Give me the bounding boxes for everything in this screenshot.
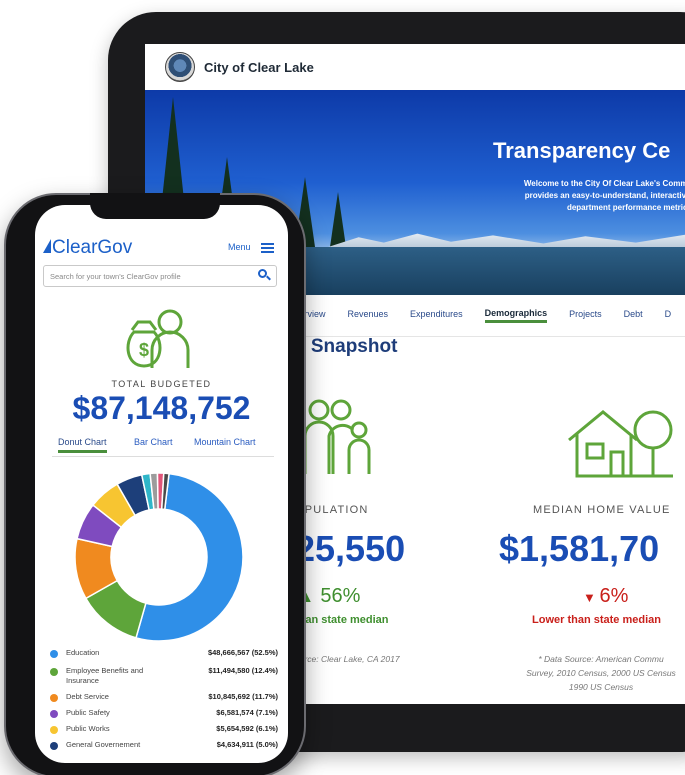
hero-title: Transparency Ce [493, 138, 671, 163]
legend-value: $11,494,580 (12.4%) [208, 666, 278, 675]
tree-graphic [330, 192, 346, 247]
house-icon [568, 410, 673, 478]
legend-value: $10,845,692 (11.7%) [208, 692, 278, 701]
total-budgeted-value: $87,148,752 [72, 390, 251, 426]
legend-label: Public Safety [66, 708, 110, 717]
hero-subtitle-line: provides an easy-to-understand, interact… [524, 191, 685, 200]
population-source: ource: Clear Lake, CA 2017 [295, 652, 425, 666]
cleargov-logo-icon [43, 239, 51, 253]
arrow-down-icon: ▼ [583, 590, 600, 605]
home-value-source: * Data Source: American Commu Survey, 20… [501, 652, 685, 694]
search-input[interactable]: Search for your town's ClearGov profile [43, 265, 277, 287]
city-seal-icon[interactable] [165, 52, 195, 82]
home-value-note: Lower than state median [532, 614, 661, 626]
mountains-graphic [325, 233, 685, 248]
legend-item[interactable]: Education $48,666,567 (52.5%) [50, 648, 278, 666]
legend-value: $4,634,911 (5.0%) [216, 740, 278, 749]
family-icon [303, 399, 371, 474]
hero-subtitle-line: Welcome to the City Of Clear Lake's Comm… [523, 179, 685, 188]
nav-debt[interactable]: Debt [624, 309, 643, 323]
legend-label: Education [66, 648, 100, 657]
budget-donut-chart[interactable] [74, 472, 244, 642]
svg-text:$: $ [139, 340, 149, 360]
home-value-source-line: 1990 US Census [568, 682, 634, 692]
chart-tabs: Donut Chart Bar Chart Mountain Chart [52, 437, 274, 457]
legend-dot [50, 650, 58, 658]
nav-more[interactable]: D [665, 309, 672, 323]
legend-item[interactable]: General Governement $4,634,911 (5.0%) [50, 740, 278, 756]
population-source-line: ource: Clear Lake, CA 2017 [295, 654, 400, 664]
legend-item[interactable]: Public Works $5,654,592 (6.1%) [50, 724, 278, 740]
legend-label: General Governement [66, 740, 141, 749]
home-value-change-value: 6% [599, 585, 629, 607]
nav-revenues[interactable]: Revenues [348, 309, 389, 323]
hero-subtitle-line: department performance metrics, demograp [566, 203, 685, 212]
site-header: City of Clear Lake [145, 44, 685, 90]
legend-dot [50, 694, 58, 702]
section-title: c Snapshot [295, 336, 398, 357]
home-value-change: ▼ 6% [583, 585, 628, 608]
hamburger-menu-icon[interactable] [261, 243, 274, 253]
legend-label: Public Works [66, 724, 110, 733]
money-bag-person-icon: $ [126, 309, 190, 368]
cleargov-logo-text: ClearGov [52, 237, 133, 258]
legend-dot [50, 742, 58, 750]
tab-mountain-chart[interactable]: Mountain Chart [194, 437, 256, 453]
menu-label[interactable]: Menu [228, 242, 251, 252]
legend-dot [50, 710, 58, 718]
home-value-label: MEDIAN HOME VALUE [533, 504, 671, 516]
city-name[interactable]: City of Clear Lake [204, 60, 314, 75]
search-icon[interactable] [258, 269, 267, 278]
total-budgeted-label: TOTAL BUDGETED [111, 379, 212, 389]
tab-donut-chart[interactable]: Donut Chart [58, 437, 107, 453]
budget-legend: Education $48,666,567 (52.5%) Employee B… [50, 648, 278, 756]
population-change-value: 56% [320, 585, 361, 607]
tab-bar-chart[interactable]: Bar Chart [134, 437, 173, 453]
nav-projects[interactable]: Projects [569, 309, 602, 323]
legend-item[interactable]: Employee Benefits and Insurance $11,494,… [50, 666, 278, 692]
population-value: 25,550 [295, 528, 406, 569]
legend-item[interactable]: Debt Service $10,845,692 (11.7%) [50, 692, 278, 708]
population-note: than state median [295, 614, 389, 626]
home-value: $1,581,70 [499, 528, 660, 569]
marketing-screenshot: City of Clear Lake Transparency Ce Welco… [0, 0, 685, 775]
hero-subtitle: Welcome to the City Of Clear Lake's Comm… [435, 178, 685, 214]
legend-value: $5,654,592 (6.1%) [216, 724, 278, 733]
phone-notch [90, 193, 220, 219]
legend-item[interactable]: Public Safety $6,581,574 (7.1%) [50, 708, 278, 724]
home-value-source-line: * Data Source: American Commu [538, 654, 664, 664]
home-value-source-line: Survey, 2010 Census, 2000 US Census [526, 668, 676, 678]
legend-dot [50, 726, 58, 734]
population-label: OPULATION [295, 504, 369, 516]
nav-expenditures[interactable]: Expenditures [410, 309, 463, 323]
legend-dot [50, 668, 58, 676]
cleargov-logo[interactable]: ClearGov [43, 237, 132, 259]
legend-value: $6,581,574 (7.1%) [216, 708, 278, 717]
legend-label: Debt Service [66, 692, 109, 701]
legend-value: $48,666,567 (52.5%) [207, 648, 278, 657]
legend-label: Employee Benefits and Insurance [66, 666, 144, 685]
nav-demographics[interactable]: Demographics [484, 308, 548, 323]
